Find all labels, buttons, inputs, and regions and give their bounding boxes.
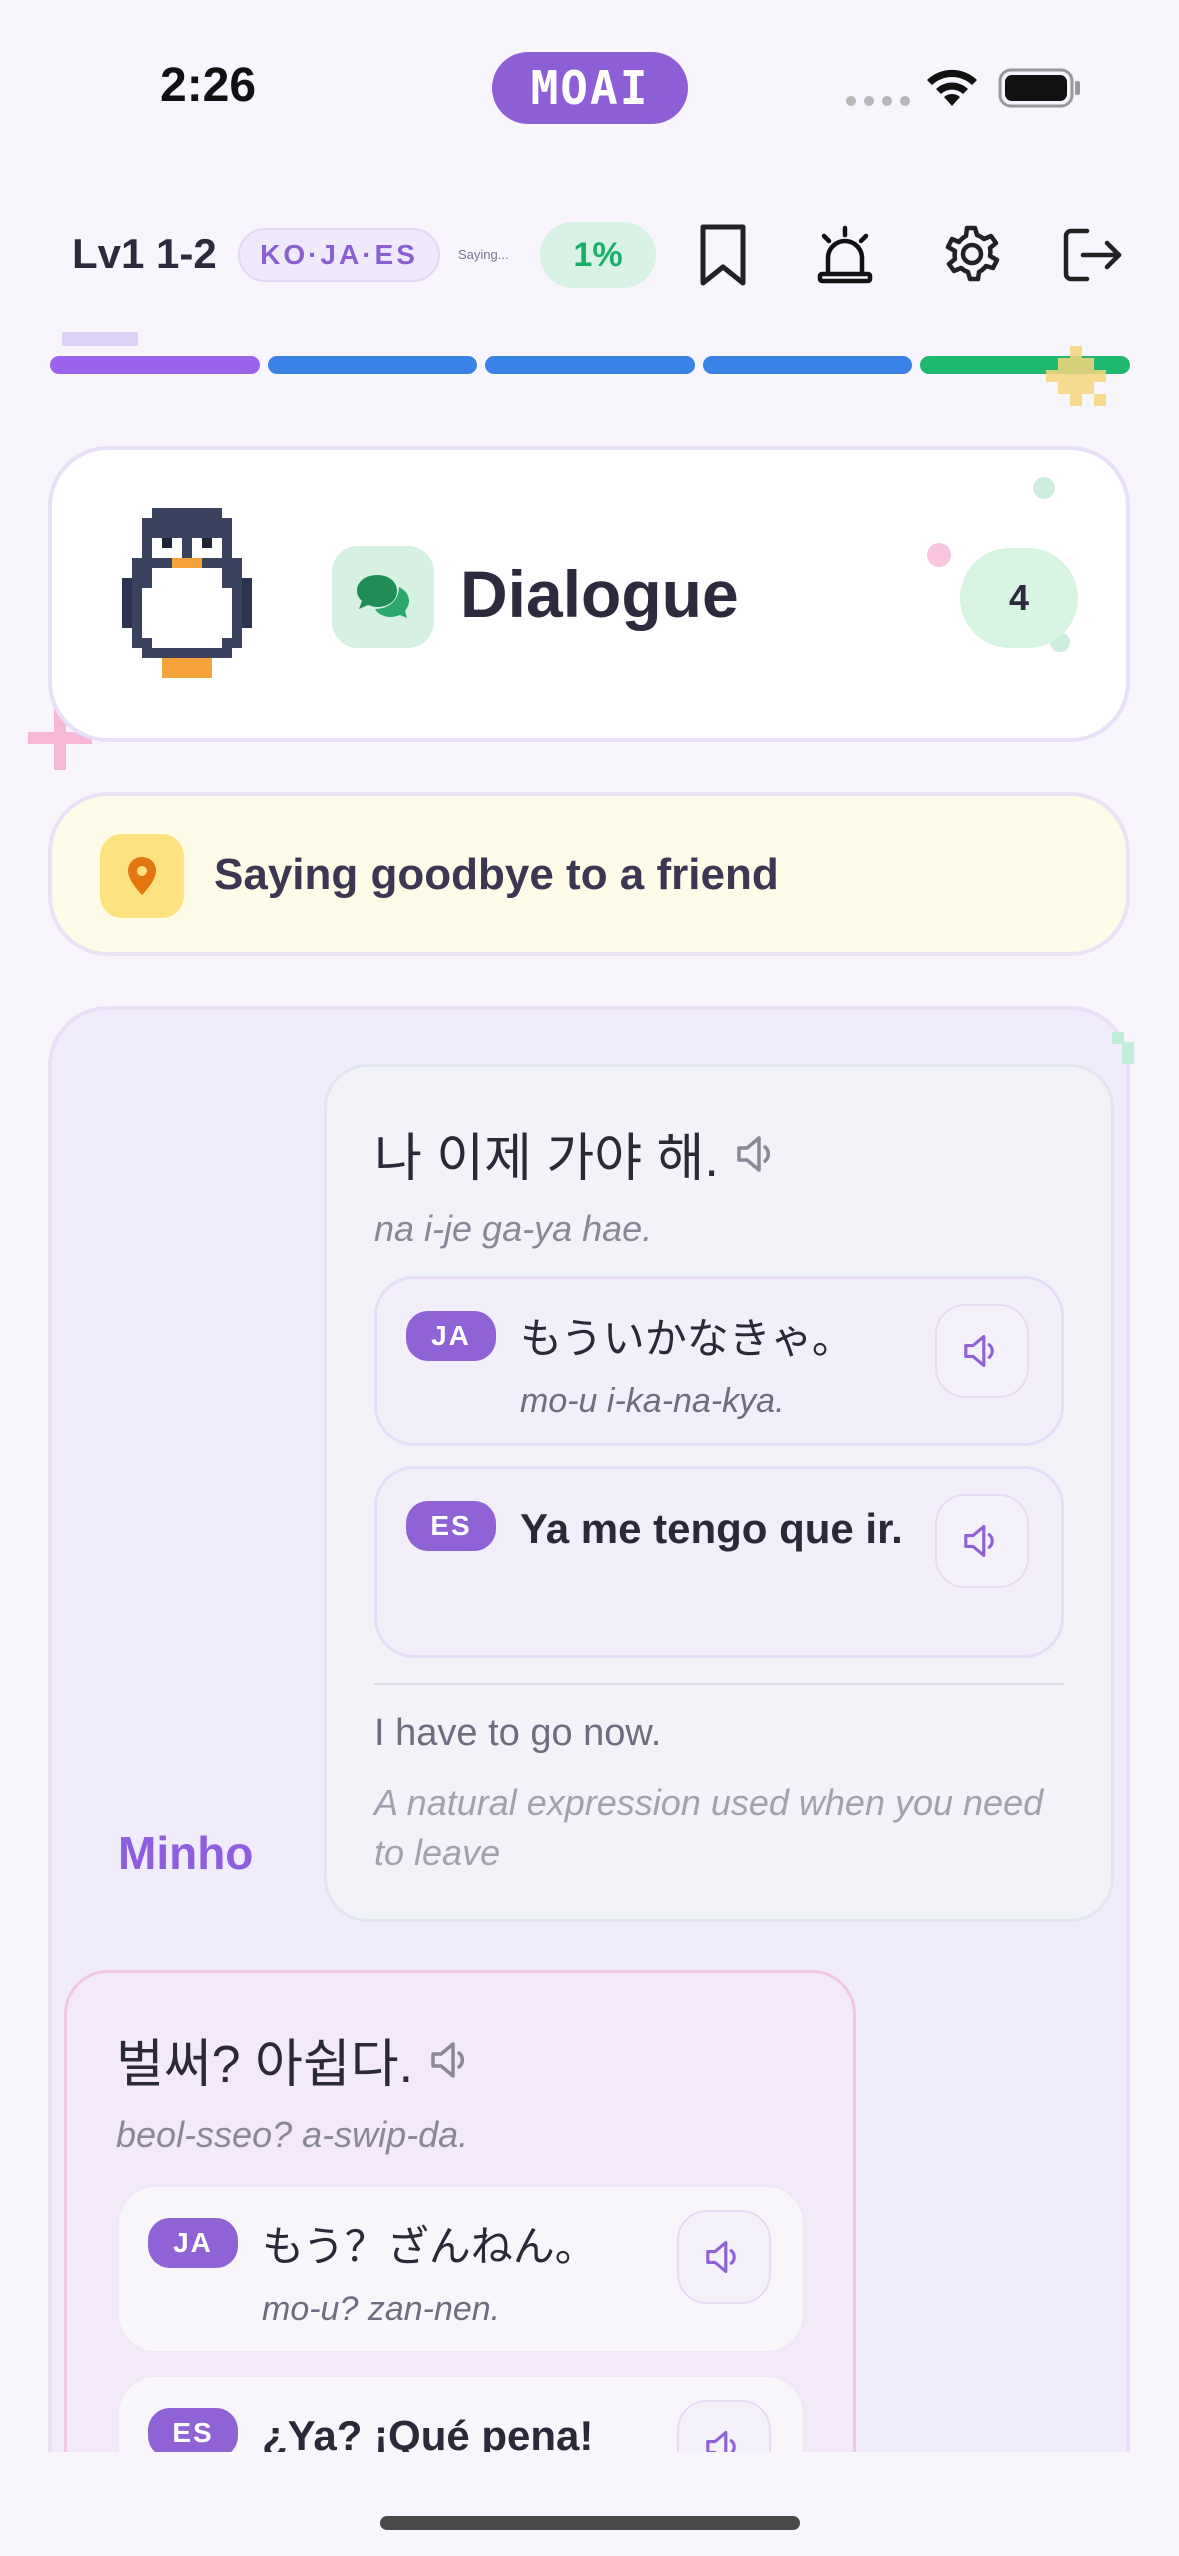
divider — [374, 1683, 1064, 1685]
usage-note: A natural expression used when you need … — [374, 1782, 1044, 1873]
brand-logo: MOAI — [492, 52, 688, 124]
pink-dot-decoration — [927, 543, 951, 567]
bookmark-icon — [700, 224, 746, 286]
progress-marker — [62, 332, 138, 346]
es-translation: Ya me tengo que ir. — [520, 1505, 903, 1552]
speaker-icon — [706, 2241, 736, 2273]
progress-segment — [267, 356, 478, 374]
logout-icon — [1063, 228, 1122, 282]
language-chip[interactable]: KO·JA·ES — [238, 228, 440, 282]
dialogue-category-icon — [332, 546, 434, 648]
progress-segment — [50, 356, 260, 374]
wifi-icon — [927, 69, 977, 106]
korean-line-text: 벌써? 아쉽다. — [116, 2036, 414, 2094]
lesson-progress-bar — [50, 356, 1130, 374]
battery-icon — [998, 68, 1080, 108]
pixel-corner-decoration — [1112, 1032, 1134, 1064]
level-label: Lv1 1-2 — [72, 230, 217, 277]
page-title: Dialogue — [460, 557, 739, 631]
status-time: 2:26 — [160, 59, 257, 112]
progress-segment — [485, 356, 695, 374]
lang-tag-es: ES — [148, 2408, 238, 2458]
korean-romanization: na i-je ga-ya hae. — [374, 1208, 653, 1249]
alarm-button[interactable] — [810, 220, 880, 290]
progress-percent-badge: 1% — [540, 222, 656, 288]
korean-line-text: 나 이제 가야 해. — [374, 1130, 719, 1188]
play-es-audio-button[interactable] — [935, 1494, 1029, 1588]
play-ja-audio-button[interactable] — [935, 1304, 1029, 1398]
english-meaning: I have to go now. — [374, 1712, 662, 1754]
korean-romanization: beol-sseo? a-swip-da. — [116, 2114, 469, 2155]
penguin-avatar — [122, 508, 252, 678]
speaker-icon[interactable] — [429, 2040, 473, 2080]
chat-bubbles-icon — [357, 575, 409, 618]
progress-segment — [702, 356, 913, 374]
settings-button[interactable] — [936, 220, 1006, 290]
home-indicator[interactable] — [380, 2516, 800, 2530]
korean-line: 벌써? 아쉽다. — [116, 2022, 473, 2097]
ja-romanization: mo-u? zan-nen. — [262, 2290, 501, 2328]
ja-translation: もう？ざんねん。 — [262, 2223, 597, 2270]
logout-button[interactable] — [1058, 220, 1128, 290]
cellular-signal-icon — [846, 96, 910, 106]
situation-text: Saying goodbye to a friend — [214, 850, 779, 899]
speaker-icon — [964, 1525, 994, 1557]
play-ja-audio-button[interactable] — [677, 2210, 771, 2304]
alarm-icon — [817, 225, 873, 284]
speaker-icon[interactable] — [735, 1134, 779, 1174]
gear-icon — [945, 225, 1000, 282]
lang-tag-es: ES — [406, 1501, 496, 1551]
speaker-name: Minho — [118, 1827, 254, 1879]
ja-translation: もういかなきゃ。 — [520, 1315, 854, 1362]
location-pin-icon — [128, 857, 156, 895]
pixel-sparkle-decoration — [1046, 346, 1106, 406]
lang-tag-ja: JA — [148, 2218, 238, 2268]
bottom-safe-area — [0, 2452, 1179, 2556]
korean-line: 나 이제 가야 해. — [374, 1116, 779, 1191]
topic-short-label: Saying... — [458, 247, 509, 262]
ja-romanization: mo-u i-ka-na-kya. — [520, 1382, 785, 1420]
lang-tag-ja: JA — [406, 1311, 496, 1361]
line-count-badge: 4 — [960, 548, 1078, 648]
bookmark-button[interactable] — [688, 220, 758, 290]
speaker-icon — [964, 1335, 994, 1367]
location-pin-box — [100, 834, 184, 918]
